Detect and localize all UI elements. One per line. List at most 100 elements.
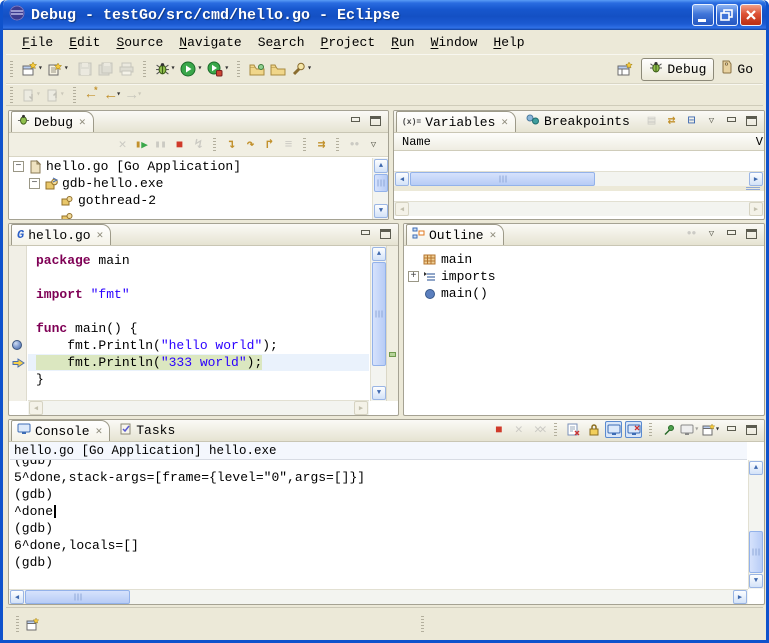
menu-item-edit[interactable]: Edit — [61, 33, 108, 52]
code-line[interactable]: package main — [28, 252, 369, 269]
debug-tree-row[interactable]: −gdb-hello.exe — [10, 175, 371, 192]
outline-filter-button[interactable]: ●● — [683, 225, 700, 242]
external-tools-button[interactable]: ▾ — [205, 59, 231, 79]
last-edit-location-button[interactable]: ←* — [83, 85, 103, 105]
print-button[interactable] — [117, 59, 137, 79]
variables-horizontal-scrollbar[interactable]: ◀ ▶ — [394, 171, 764, 186]
overview-ruler[interactable] — [386, 246, 398, 401]
debug-tree-row[interactable]: gothread-2 — [10, 192, 371, 209]
show-type-names-button[interactable]: ▤ — [643, 112, 660, 129]
previous-annotation-button[interactable]: ▾ — [44, 85, 67, 105]
scroll-down-button[interactable]: ▼ — [749, 574, 763, 588]
external-tools-dropdown[interactable]: ▾ — [224, 65, 229, 73]
save-all-button[interactable] — [96, 59, 116, 79]
show-stderr-button[interactable] — [625, 421, 642, 438]
resume-button[interactable]: ▮▶ — [133, 136, 150, 153]
scroll-thumb[interactable] — [25, 590, 130, 604]
disconnect-button[interactable]: ↯ — [190, 136, 207, 153]
menu-item-run[interactable]: Run — [383, 33, 422, 52]
editor-vertical-scrollbar[interactable]: ▲ ▼ — [370, 246, 386, 401]
scroll-up-button[interactable]: ▲ — [749, 461, 763, 475]
outline-row[interactable]: +imports — [405, 268, 763, 285]
scroll-left-button[interactable]: ◀ — [29, 401, 43, 415]
breakpoint-icon[interactable] — [12, 340, 22, 350]
suspend-button[interactable]: ▮▮ — [152, 136, 169, 153]
debug-launch-button[interactable]: ▾ — [153, 59, 178, 79]
close-button[interactable] — [740, 4, 762, 26]
back-button[interactable]: ←▾ — [104, 85, 124, 105]
open-console-button[interactable]: ▾ — [702, 421, 720, 438]
pin-console-button[interactable] — [660, 421, 677, 438]
scroll-left-button[interactable]: ◀ — [395, 202, 409, 216]
open-type-button[interactable] — [247, 59, 267, 79]
outline-row[interactable]: main() — [405, 285, 763, 302]
collapse-all-button[interactable]: ⊟ — [683, 112, 700, 129]
menu-item-navigate[interactable]: Navigate — [171, 33, 249, 52]
detail-horizontal-scrollbar[interactable]: ◀ ▶ — [394, 201, 764, 216]
new-wizard-button[interactable]: ▾ — [20, 59, 45, 79]
debug-vertical-scrollbar[interactable]: ▲ ▼ — [372, 158, 388, 219]
debug-launch-dropdown[interactable]: ▾ — [171, 65, 176, 73]
toolbar-grip[interactable] — [143, 61, 146, 77]
scroll-thumb[interactable] — [372, 262, 386, 366]
scroll-up-button[interactable]: ▲ — [372, 247, 386, 261]
minimize-view-icon[interactable] — [726, 229, 737, 239]
tab-console[interactable]: Console ✕ — [11, 420, 110, 441]
new-wizard-dropdown[interactable]: ▾ — [38, 65, 43, 73]
step-return-button[interactable]: ↱ — [261, 136, 278, 153]
minimize-view-icon[interactable] — [726, 425, 737, 435]
scroll-down-button[interactable]: ▼ — [374, 204, 388, 218]
menu-item-project[interactable]: Project — [313, 33, 384, 52]
drop-to-frame-button[interactable]: ≡ — [280, 136, 297, 153]
minimize-view-icon[interactable] — [350, 116, 361, 126]
scroll-left-button[interactable]: ◀ — [395, 172, 409, 186]
editor-body[interactable]: package mainimport "fmt"func main() { fm… — [9, 246, 398, 401]
new-launch-button[interactable]: ▾ — [46, 59, 71, 79]
menu-item-help[interactable]: Help — [485, 33, 532, 52]
scroll-thumb[interactable] — [749, 531, 763, 573]
code-line[interactable]: func main() { — [28, 320, 369, 337]
code-line[interactable] — [28, 303, 369, 320]
debug-tree-row[interactable]: −hello.go [Go Application] — [10, 158, 371, 175]
tab-debug[interactable]: Debug ✕ — [11, 111, 94, 132]
tab-breakpoints[interactable]: Breakpoints — [516, 111, 640, 132]
close-icon[interactable]: ✕ — [96, 424, 103, 438]
open-resource-button[interactable] — [268, 59, 288, 79]
minimize-view-icon[interactable] — [726, 116, 737, 126]
tab-hello-go[interactable]: G hello.go ✕ — [11, 224, 111, 245]
outline-view-menu[interactable]: ▽ — [703, 225, 720, 242]
toolbar-grip[interactable] — [10, 87, 13, 103]
open-perspective-button[interactable] — [615, 59, 635, 79]
scroll-right-button[interactable]: ▶ — [749, 172, 763, 186]
scroll-right-button[interactable]: ▶ — [749, 202, 763, 216]
forward-button[interactable]: →▾ — [125, 85, 145, 105]
scroll-down-button[interactable]: ▼ — [372, 386, 386, 400]
editor-gutter[interactable] — [9, 246, 27, 401]
perspective-go-button[interactable]: Go — [720, 60, 753, 78]
terminate-button[interactable]: ■ — [171, 136, 188, 153]
maximize-view-icon[interactable] — [746, 425, 757, 435]
current-line-mark[interactable] — [389, 352, 396, 357]
column-value[interactable]: V — [756, 135, 763, 149]
editor-horizontal-scrollbar[interactable]: ◀ ▶ — [28, 400, 369, 415]
perspective-debug-button[interactable]: Debug — [641, 58, 714, 81]
save-button[interactable] — [75, 59, 95, 79]
restore-button[interactable] — [716, 4, 738, 26]
code-line[interactable] — [28, 269, 369, 286]
view-management-button[interactable]: ●● — [346, 136, 363, 153]
code-line[interactable]: fmt.Println("333 world"); — [28, 354, 369, 371]
step-over-button[interactable]: ↷ — [242, 136, 259, 153]
collapse-toggle[interactable]: − — [29, 178, 40, 189]
run-launch-dropdown[interactable]: ▾ — [197, 65, 202, 73]
toolbar-grip[interactable] — [10, 61, 13, 77]
open-console-dropdown[interactable]: ▾ — [715, 426, 720, 434]
show-logical-structure-button[interactable]: ⇄ — [663, 112, 680, 129]
minimize-view-icon[interactable] — [360, 229, 371, 239]
variables-view-menu[interactable]: ▽ — [703, 112, 720, 129]
close-icon[interactable]: ✕ — [490, 228, 497, 242]
clear-console-button[interactable] — [565, 421, 582, 438]
menu-item-file[interactable]: File — [14, 33, 61, 52]
debug-tree-row[interactable] — [10, 209, 371, 219]
scroll-lock-button[interactable] — [585, 421, 602, 438]
scroll-right-button[interactable]: ▶ — [733, 590, 747, 604]
